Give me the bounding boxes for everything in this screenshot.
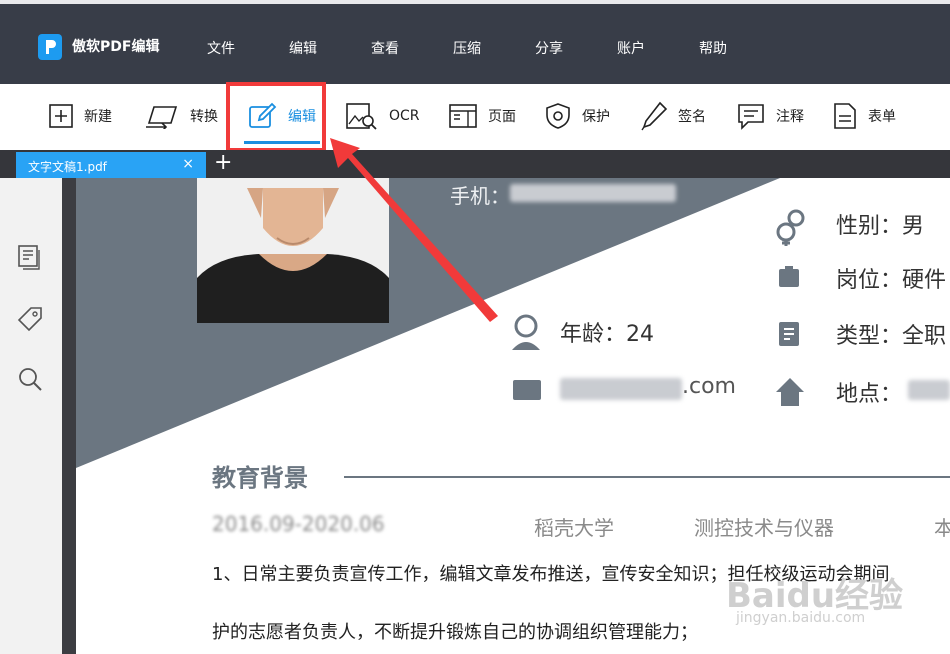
annotation-arrow	[330, 138, 498, 322]
